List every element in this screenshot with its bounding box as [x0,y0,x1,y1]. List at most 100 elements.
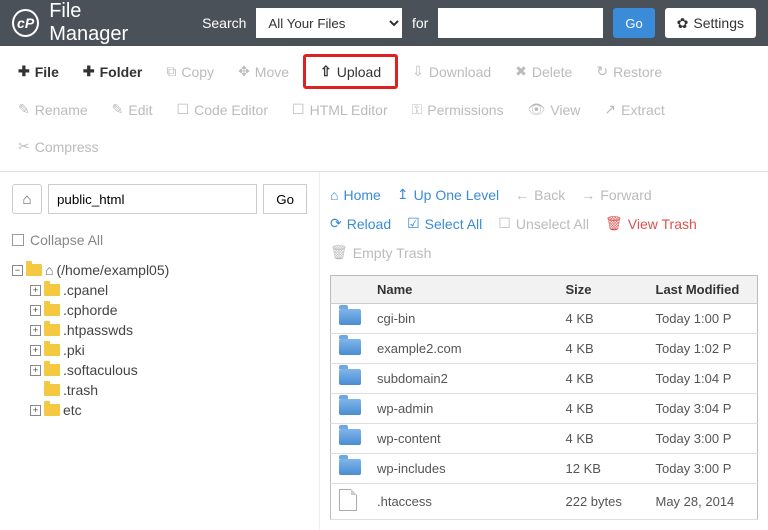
delete-icon: ✖ [515,63,527,80]
tree-item-label: .htpasswds [63,322,133,338]
code-editor-button[interactable]: ☐Code Editor [167,93,279,126]
expand-icon[interactable]: + [30,345,41,356]
file-modified: Today 1:02 P [648,334,758,364]
folder-icon [44,344,60,356]
expand-icon[interactable]: + [30,285,41,296]
tree-item[interactable]: +.cphorde [30,300,307,320]
compress-button[interactable]: ✂Compress [8,130,109,163]
app-title: File Manager [49,0,162,46]
expand-icon[interactable]: + [30,405,41,416]
key-icon: ⚿ [412,101,423,118]
permissions-button[interactable]: ⚿Permissions [402,93,514,126]
edit-button[interactable]: ✎Edit [102,93,163,126]
table-row[interactable]: wp-includes12 KBToday 3:00 P [331,454,758,484]
edit-icon: ✎ [112,101,124,118]
file-button[interactable]: ✚File [8,54,69,89]
compress-icon: ✂ [18,138,30,155]
settings-button[interactable]: ✿ Settings [665,8,756,38]
folder-icon [44,384,60,396]
uncheck-icon: ☐ [498,215,511,232]
back-link[interactable]: ←Back [515,186,565,203]
home-icon: ⌂ [330,187,338,203]
path-go-button[interactable]: Go [263,184,307,214]
search-scope-select[interactable]: All Your Files [256,8,402,38]
tree-item[interactable]: + .cpanel [30,280,307,300]
collapse-icon[interactable]: − [12,265,23,276]
select-all-link[interactable]: ☑Select All [407,215,482,232]
expand-icon[interactable]: + [30,305,41,316]
home-icon: ⌂ [45,262,53,278]
folder-icon [26,264,42,276]
upload-icon: ⇧ [320,63,332,80]
folder-icon [44,304,60,316]
extract-button[interactable]: ↗Extract [594,93,674,126]
tree-item[interactable]: + etc [30,400,307,420]
folder-button[interactable]: ✚Folder [73,54,153,89]
collapse-all-button[interactable]: Collapse All [12,232,307,248]
file-name: example2.com [369,334,558,364]
search-input[interactable] [438,8,603,38]
up-one-level-link[interactable]: ↥Up One Level [397,186,499,203]
table-row[interactable]: subdomain24 KBToday 1:04 P [331,364,758,394]
unselect-all-link[interactable]: ☐Unselect All [498,215,589,232]
copy-button[interactable]: ⧉Copy [156,54,224,89]
html-editor-button[interactable]: ☐HTML Editor [282,93,398,126]
rename-icon: ✎ [18,101,30,118]
modified-header[interactable]: Last Modified [648,276,758,304]
copy-icon: ⧉ [166,63,176,80]
expand-icon[interactable]: + [30,325,41,336]
tree-item-label: .cpanel [63,282,108,298]
empty-trash-link[interactable]: 🗑Empty Trash [330,244,431,261]
gear-icon: ✿ [677,15,689,32]
move-button[interactable]: ✥Move [228,54,299,89]
file-icon [339,489,357,511]
restore-button[interactable]: ↻Restore [586,54,672,89]
file-table: Name Size Last Modified cgi-bin4 KBToday… [330,275,758,520]
reload-link[interactable]: ⟳Reload [330,215,391,232]
search-go-button[interactable]: Go [613,8,654,38]
delete-button[interactable]: ✖Delete [505,54,582,89]
code-icon: ☐ [177,101,190,118]
file-size: 4 KB [558,424,648,454]
plus-icon: ✚ [18,63,30,80]
check-icon: ☑ [407,215,420,232]
move-icon: ✥ [238,63,250,80]
download-button[interactable]: ⇩Download [402,54,501,89]
tree-root[interactable]: − ⌂ (/home/exampl05) [12,260,307,280]
table-row[interactable]: wp-admin4 KBToday 3:04 P [331,394,758,424]
table-row[interactable]: example2.com4 KBToday 1:02 P [331,334,758,364]
table-row[interactable]: cgi-bin4 KBToday 1:00 P [331,304,758,334]
file-size: 12 KB [558,454,648,484]
folder-icon [44,404,60,416]
tree-item[interactable]: + .htpasswds [30,320,307,340]
path-input[interactable] [48,184,257,214]
checkbox-icon [12,234,24,246]
upload-button[interactable]: ⇧Upload [303,54,398,89]
html-icon: ☐ [292,101,305,118]
table-row[interactable]: wp-content4 KBToday 3:00 P [331,424,758,454]
restore-icon: ↻ [596,63,608,80]
eye-icon: 👁 [528,101,546,118]
name-header[interactable]: Name [369,276,558,304]
forward-icon: → [581,187,595,203]
folder-icon [339,369,361,385]
tree-item[interactable]: +.pki [30,340,307,360]
folder-icon [44,284,60,296]
forward-link[interactable]: →Forward [581,186,651,203]
expand-icon[interactable]: + [30,365,41,376]
file-modified: Today 3:04 P [648,394,758,424]
home-link[interactable]: ⌂Home [330,186,381,203]
home-icon-button[interactable]: ⌂ [12,184,42,214]
trash-icon: 🗑 [605,215,623,232]
tree-item[interactable]: .trash [30,380,307,400]
tree-item[interactable]: +.softaculous [30,360,307,380]
file-size: 4 KB [558,364,648,394]
back-icon: ← [515,187,529,203]
size-header[interactable]: Size [558,276,648,304]
toolbar: ✚File ✚Folder ⧉Copy ✥Move ⇧Upload ⇩Downl… [0,46,768,172]
view-button[interactable]: 👁View [518,93,591,126]
tree-item-label: etc [63,402,82,418]
tree-item-label: .trash [63,382,98,398]
view-trash-link[interactable]: 🗑View Trash [605,215,697,232]
rename-button[interactable]: ✎Rename [8,93,98,126]
